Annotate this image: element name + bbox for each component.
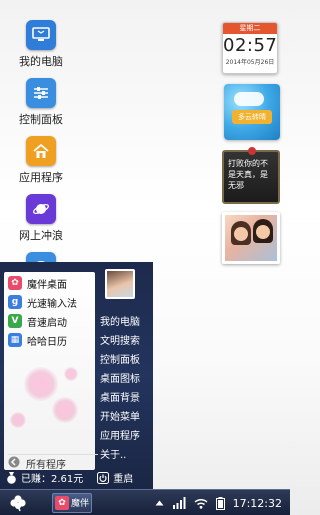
taskbar-clock[interactable]: 17:12:32 [233, 497, 282, 510]
clock-calendar-widget[interactable]: 星期二 02:57 2014年05月26日 [222, 22, 278, 74]
menu-start-menu[interactable]: 开始菜单 [100, 408, 152, 424]
start-menu-footer: 已赚：2.61元 重启 [0, 466, 153, 489]
g-icon: g [8, 295, 22, 309]
v-icon: V [8, 314, 22, 328]
menu-search[interactable]: 文明搜索 [100, 332, 152, 348]
taskbar-app-label: 魔伴 [71, 499, 90, 509]
menu-desktop-icons[interactable]: 桌面图标 [100, 370, 152, 386]
sliders-icon [26, 78, 56, 108]
start-button[interactable] [0, 490, 36, 515]
menu-my-computer[interactable]: 我的电脑 [100, 313, 152, 329]
start-item-input-method[interactable]: g 光速输入法 [8, 293, 98, 311]
menu-applications[interactable]: 应用程序 [100, 427, 152, 443]
home-icon [26, 136, 56, 166]
menu-about[interactable]: 关于.. [100, 446, 152, 462]
taskbar-app-moban[interactable]: ✿ 魔伴 [52, 492, 92, 513]
bokeh-decoration [52, 397, 78, 423]
menu-desktop-background[interactable]: 桌面背景 [100, 389, 152, 405]
pin-icon [248, 147, 256, 155]
photo-widget[interactable] [222, 212, 280, 264]
desktop-icon-label: 网上冲浪 [19, 229, 63, 242]
photo-face [234, 227, 248, 241]
note-widget[interactable]: 打败你的不是天真，是无邪 [222, 147, 280, 204]
start-menu: ✿ 魔伴桌面 g 光速输入法 V 音速启动 ▦ 哈哈日历 所有程序 我的电脑 文… [0, 262, 153, 489]
taskbar: ✿ 魔伴 17:12:32 [0, 489, 290, 515]
wifi-icon[interactable] [194, 498, 208, 509]
desktop-icon-my-computer[interactable]: 我的电脑 [6, 20, 76, 72]
desktop-icon-label: 控制面板 [19, 113, 63, 126]
money-bag-icon [6, 471, 17, 484]
calendar-icon: ▦ [8, 333, 22, 347]
planet-icon [26, 194, 56, 224]
bokeh-decoration [24, 367, 58, 401]
start-item-label: 魔伴桌面 [27, 279, 67, 291]
desktop-icon-control-panel[interactable]: 控制面板 [6, 78, 76, 130]
bokeh-decoration [10, 412, 26, 428]
system-tray: 17:12:32 [155, 490, 290, 515]
calendar-weekday: 星期二 [223, 23, 277, 34]
start-item-calendar[interactable]: ▦ 哈哈日历 [8, 331, 98, 349]
calendar-time: 02:57 [223, 35, 278, 56]
start-item-quick-launch[interactable]: V 音速启动 [8, 312, 98, 330]
calendar-date: 2014年05月26日 [225, 59, 275, 66]
start-menu-programs-panel: ✿ 魔伴桌面 g 光速输入法 V 音速启动 ▦ 哈哈日历 所有程序 [4, 272, 98, 471]
flower-icon: ✿ [8, 276, 22, 290]
restart-label: 重启 [113, 474, 134, 485]
network-signal-icon[interactable] [172, 497, 186, 509]
power-icon [97, 471, 110, 484]
note-text: 打败你的不是天真，是无邪 [228, 159, 268, 190]
tray-up-arrow-icon[interactable] [155, 500, 164, 506]
start-item-label: 光速输入法 [27, 298, 77, 310]
clover-icon [9, 494, 27, 512]
bokeh-decoration [64, 367, 78, 381]
desktop-icon-applications[interactable]: 应用程序 [6, 136, 76, 188]
earned-amount: 已赚：2.61元 [21, 474, 84, 485]
restart-button[interactable]: 重启 [97, 470, 133, 485]
start-item-label: 音速启动 [27, 317, 67, 329]
cloud-icon [234, 92, 264, 106]
avatar[interactable] [105, 269, 135, 299]
weather-badge: 多云转晴 [232, 110, 272, 124]
computer-icon [26, 20, 56, 50]
start-item-moban-desktop[interactable]: ✿ 魔伴桌面 [8, 274, 98, 292]
battery-icon[interactable] [215, 496, 225, 510]
desktop-icon-label: 应用程序 [19, 171, 63, 184]
menu-control-panel[interactable]: 控制面板 [100, 351, 152, 367]
desktop-icon-browse[interactable]: 网上冲浪 [6, 194, 76, 246]
weather-widget[interactable]: 多云转晴 [224, 84, 280, 140]
start-item-label: 哈哈日历 [27, 336, 67, 348]
desktop-icon-label: 我的电脑 [19, 55, 63, 68]
flower-icon: ✿ [55, 495, 69, 510]
photo-face [256, 225, 270, 239]
